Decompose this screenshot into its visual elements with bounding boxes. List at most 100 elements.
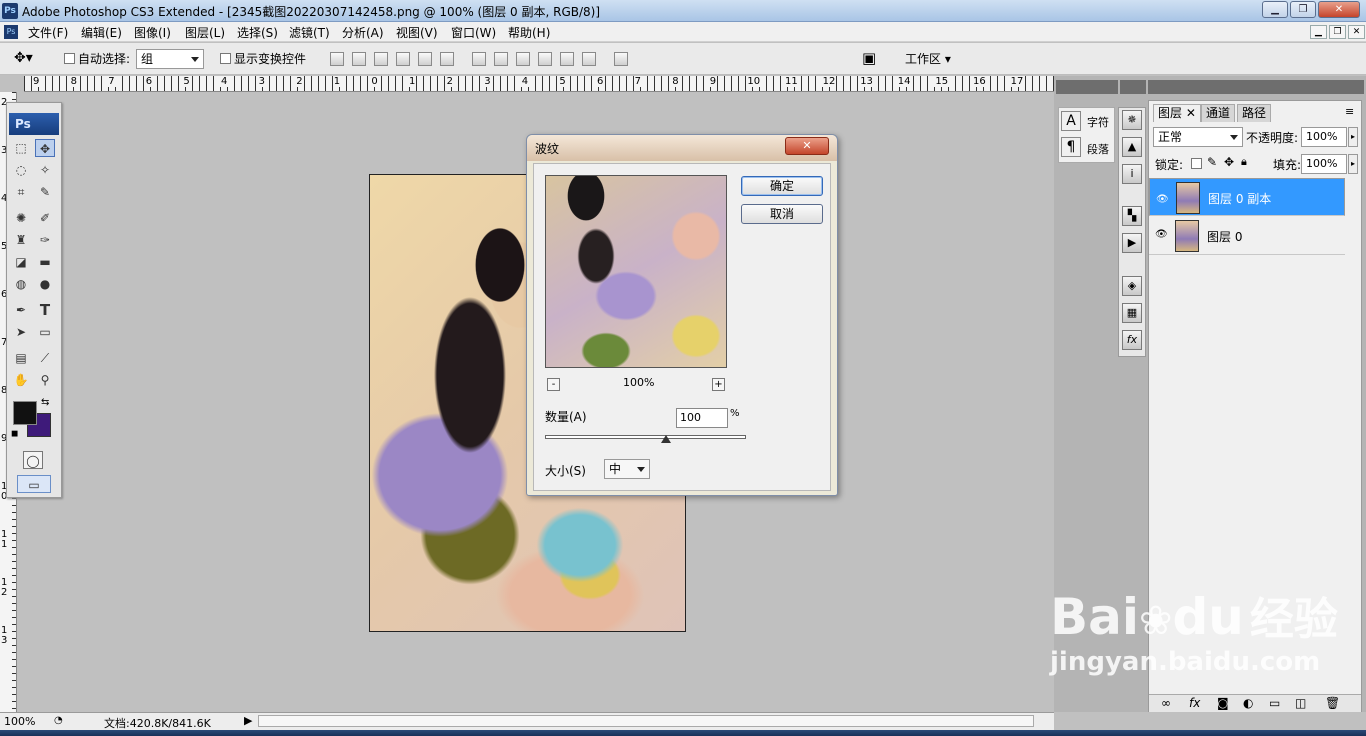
icon-dock-header[interactable] xyxy=(1120,80,1146,94)
distribute-bottom-icon[interactable] xyxy=(516,52,530,66)
clone-stamp-icon[interactable]: ♜ xyxy=(11,231,31,249)
ps-menu-icon[interactable]: Ps xyxy=(4,25,18,39)
shape-tool-icon[interactable]: ▭ xyxy=(35,323,55,341)
menu-help[interactable]: 帮助(H) xyxy=(508,24,550,41)
info-icon[interactable]: i xyxy=(1122,164,1142,184)
lock-transparent-icon[interactable] xyxy=(1191,158,1202,169)
distribute-left-icon[interactable] xyxy=(538,52,552,66)
auto-align-icon[interactable] xyxy=(614,52,628,66)
amount-slider-thumb[interactable] xyxy=(660,435,671,443)
navigator-icon[interactable]: ✵ xyxy=(1122,110,1142,130)
show-transform-checkbox[interactable] xyxy=(220,53,231,64)
cancel-button[interactable]: 取消 xyxy=(741,204,823,224)
blur-tool-icon[interactable]: ◍ xyxy=(11,275,31,293)
distribute-top-icon[interactable] xyxy=(472,52,486,66)
menu-image[interactable]: 图像(I) xyxy=(134,24,171,41)
char-dock-header[interactable] xyxy=(1056,80,1118,94)
dialog-close-button[interactable]: ✕ xyxy=(785,137,829,155)
amount-slider[interactable] xyxy=(545,435,746,439)
opacity-arrow-icon[interactable]: ▸ xyxy=(1348,127,1358,147)
size-dropdown[interactable]: 中 xyxy=(604,459,650,479)
healing-brush-icon[interactable]: ✺ xyxy=(11,209,31,227)
pen-tool-icon[interactable]: ✒ xyxy=(11,301,31,319)
swatches-icon[interactable]: ▚ xyxy=(1122,206,1142,226)
swap-colors-icon[interactable]: ⇆ xyxy=(41,397,49,408)
move-tool-icon[interactable]: ✥ xyxy=(35,139,55,157)
close-button[interactable]: ✕ xyxy=(1318,1,1360,18)
menu-select[interactable]: 选择(S) xyxy=(237,24,278,41)
layer-row-copy[interactable]: 👁︎ 图层 0 副本 xyxy=(1149,178,1345,216)
amount-input[interactable]: 100 xyxy=(676,408,728,428)
marquee-tool-icon[interactable]: ⬚ xyxy=(11,139,31,157)
zoom-in-button[interactable]: + xyxy=(712,378,725,391)
character-icon[interactable]: A xyxy=(1061,111,1081,131)
panel-menu-icon[interactable]: ≡ xyxy=(1345,105,1354,118)
minimize-button[interactable]: ▁ xyxy=(1262,1,1288,18)
layers-dock-header[interactable] xyxy=(1148,80,1364,94)
type-tool-icon[interactable]: T xyxy=(35,301,55,319)
notes-tool-icon[interactable]: ▤ xyxy=(11,349,31,367)
tab-close-icon[interactable]: ✕ xyxy=(1186,106,1196,120)
menu-window[interactable]: 窗口(W) xyxy=(451,24,496,41)
adjust-icon[interactable]: ◐ xyxy=(1243,696,1253,710)
default-colors-icon[interactable]: ◼ xyxy=(11,429,18,439)
history-brush-icon[interactable]: ✑ xyxy=(35,231,55,249)
trash-icon[interactable]: 🗑︎ xyxy=(1325,696,1340,710)
menu-layer[interactable]: 图层(L) xyxy=(185,24,225,41)
eyedropper-tool-icon[interactable]: ⟋ xyxy=(35,349,55,367)
dodge-tool-icon[interactable]: ● xyxy=(35,275,55,293)
mask-icon[interactable]: ◙ xyxy=(1217,696,1229,710)
folder-icon[interactable]: ▭ xyxy=(1269,696,1280,710)
zoom-tool-icon[interactable]: ⚲ xyxy=(35,371,55,389)
foreground-color-swatch[interactable] xyxy=(13,401,37,425)
menu-edit[interactable]: 编辑(E) xyxy=(81,24,122,41)
status-zoom[interactable]: 100% xyxy=(4,715,35,728)
doc-minimize-button[interactable]: ▁ xyxy=(1310,25,1327,39)
crop-tool-icon[interactable]: ⌗ xyxy=(11,183,31,201)
paragraph-label[interactable]: 段落 xyxy=(1087,141,1109,157)
quick-mask-icon[interactable]: ◯ xyxy=(23,451,43,469)
align-top-icon[interactable] xyxy=(330,52,344,66)
fx-icon[interactable]: fx xyxy=(1189,696,1200,710)
tab-paths[interactable]: 路径 xyxy=(1237,104,1272,122)
path-select-icon[interactable]: ➤ xyxy=(11,323,31,341)
gradient-tool-icon[interactable]: ▬ xyxy=(35,253,55,271)
character-label[interactable]: 字符 xyxy=(1087,114,1109,130)
align-right-icon[interactable] xyxy=(440,52,454,66)
lock-position-icon[interactable]: ✥ xyxy=(1224,155,1234,169)
layer-row-base[interactable]: 👁︎ 图层 0 xyxy=(1149,217,1345,255)
workspace-button[interactable]: 工作区 ▾ xyxy=(905,50,951,67)
blend-mode-dropdown[interactable]: 正常 xyxy=(1153,127,1243,147)
fill-input[interactable]: 100% xyxy=(1301,154,1347,174)
ok-button[interactable]: 确定 xyxy=(741,176,823,196)
screen-mode-icon[interactable]: ▭ xyxy=(17,475,51,493)
fill-arrow-icon[interactable]: ▸ xyxy=(1348,154,1358,174)
horizontal-scrollbar[interactable] xyxy=(258,715,1034,727)
slice-tool-icon[interactable]: ✎ xyxy=(35,183,55,201)
hand-tool-icon[interactable]: ✋ xyxy=(11,371,31,389)
tab-layers[interactable]: 图层 ✕ xyxy=(1153,104,1201,122)
histogram-icon[interactable]: ▲ xyxy=(1122,137,1142,157)
paragraph-icon[interactable]: ¶ xyxy=(1061,137,1081,157)
brushes-icon[interactable]: ◈ xyxy=(1122,276,1142,296)
fx-styles-icon[interactable]: fx xyxy=(1122,330,1142,350)
status-icon[interactable]: ◔ xyxy=(54,715,63,726)
visibility-eye-icon[interactable]: 👁︎ xyxy=(1155,229,1168,241)
opacity-input[interactable]: 100% xyxy=(1301,127,1347,147)
tab-channels[interactable]: 通道 xyxy=(1201,104,1236,122)
align-hcenter-icon[interactable] xyxy=(418,52,432,66)
new-layer-icon[interactable]: ◫ xyxy=(1295,696,1306,710)
maximize-button[interactable]: ❐ xyxy=(1290,1,1316,18)
lock-image-icon[interactable]: ✎ xyxy=(1207,155,1217,169)
doc-close-button[interactable]: ✕ xyxy=(1348,25,1365,39)
visibility-eye-icon[interactable]: 👁︎ xyxy=(1156,191,1169,205)
status-menu-arrow-icon[interactable]: ▶ xyxy=(244,714,252,727)
eraser-tool-icon[interactable]: ◪ xyxy=(11,253,31,271)
brush-tool-icon[interactable]: ✐ xyxy=(35,209,55,227)
doc-restore-button[interactable]: ❐ xyxy=(1329,25,1346,39)
menu-filter[interactable]: 滤镜(T) xyxy=(289,24,330,41)
menu-file[interactable]: 文件(F) xyxy=(28,24,68,41)
menu-view[interactable]: 视图(V) xyxy=(396,24,438,41)
magic-wand-tool-icon[interactable]: ✧ xyxy=(35,161,55,179)
auto-select-dropdown[interactable]: 组 xyxy=(136,49,204,69)
